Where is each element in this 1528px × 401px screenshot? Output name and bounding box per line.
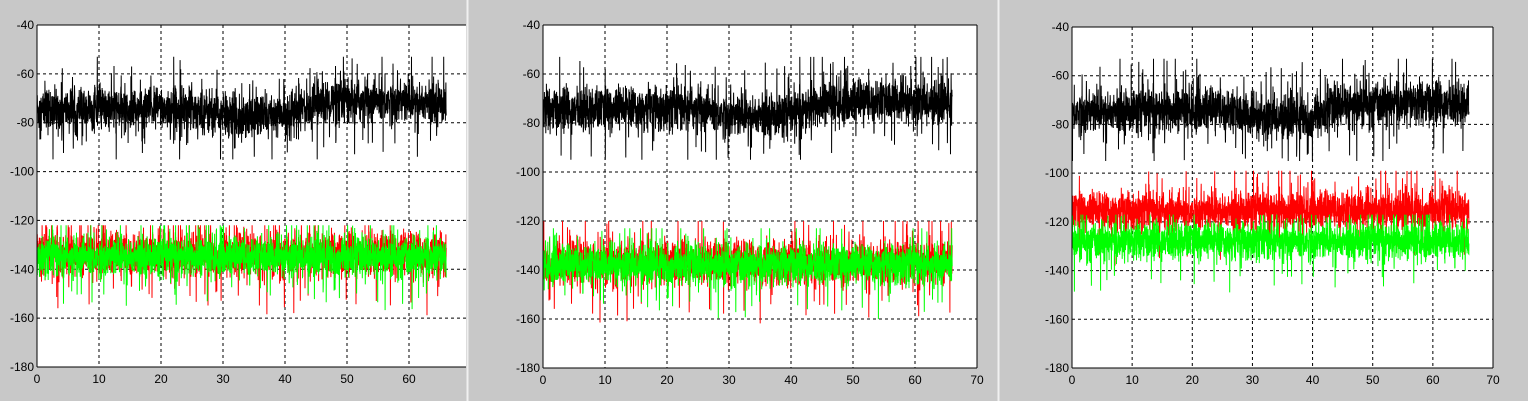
x-tick-label: 0 — [540, 373, 547, 387]
x-tick-label: 60 — [1426, 373, 1440, 387]
chart-panel-3: 0 10 20 30 40 50 60 70 -40 -60 -80 -100 -120 -140 -160… — [1045, 20, 1500, 387]
x-tick-label: 0 — [1069, 373, 1076, 387]
y-tick-label: -100 — [516, 165, 540, 179]
x-tick-label: 50 — [340, 372, 354, 386]
y-tick-label: -40 — [523, 18, 541, 32]
x-tick-label: 40 — [1306, 373, 1320, 387]
y-tick-label: -160 — [516, 312, 540, 326]
x-tick-label: 30 — [1246, 373, 1260, 387]
y-tick-label: -160 — [1045, 312, 1069, 326]
x-tick-label: 30 — [722, 373, 736, 387]
plot-area — [37, 25, 466, 367]
y-tick-label: -140 — [1045, 264, 1069, 278]
y-tick-label: -60 — [17, 67, 35, 81]
x-tick-label: 0 — [34, 372, 41, 386]
figure-window: 0 10 20 30 40 50 60 -40 -60 -80 -100 -120 -140 -160 -1… — [0, 0, 1528, 401]
x-tick-label: 60 — [908, 373, 922, 387]
x-tick-label: 40 — [784, 373, 798, 387]
y-tick-label: -180 — [1045, 361, 1069, 375]
y-tick-label: -180 — [516, 361, 540, 375]
y-tick-label: -80 — [523, 116, 541, 130]
y-tick-label: -180 — [10, 360, 34, 374]
x-tick-label: 70 — [1486, 373, 1500, 387]
y-tick-label: -120 — [516, 214, 540, 228]
x-tick-label: 50 — [846, 373, 860, 387]
y-tick-label: -60 — [523, 67, 541, 81]
y-tick-label: -40 — [17, 18, 35, 32]
y-tick-label: -100 — [10, 165, 34, 179]
x-tick-label: 40 — [278, 372, 292, 386]
y-tick-label: -140 — [10, 262, 34, 276]
x-tick-label: 50 — [1366, 373, 1380, 387]
x-tick-label: 30 — [216, 372, 230, 386]
figure-canvas: 0 10 20 30 40 50 60 -40 -60 -80 -100 -120 -140 -160 -1… — [10, 0, 1500, 401]
x-tick-label: 10 — [92, 372, 106, 386]
x-tick-label: 20 — [154, 372, 168, 386]
y-tick-label: -120 — [1045, 215, 1069, 229]
y-tick-label: -60 — [1052, 69, 1070, 83]
x-tick-label: 20 — [660, 373, 674, 387]
chart-panel-1: 0 10 20 30 40 50 60 -40 -60 -80 -100 -120 -140 -160 -1… — [10, 18, 466, 386]
x-tick-label: 20 — [1186, 373, 1200, 387]
y-tick-label: -160 — [10, 311, 34, 325]
x-tick-label: 60 — [402, 372, 416, 386]
x-tick-label: 70 — [970, 373, 984, 387]
y-tick-label: -100 — [1045, 166, 1069, 180]
y-tick-label: -120 — [10, 213, 34, 227]
y-tick-label: -40 — [1052, 20, 1070, 34]
x-tick-label: 10 — [1125, 373, 1139, 387]
y-tick-label: -140 — [516, 263, 540, 277]
chart-panel-2: 0 10 20 30 40 50 60 70 -40 -60 -80 -100 -120 -140 -160… — [516, 18, 984, 387]
x-tick-label: 10 — [598, 373, 612, 387]
y-tick-label: -80 — [17, 116, 35, 130]
y-tick-label: -80 — [1052, 117, 1070, 131]
